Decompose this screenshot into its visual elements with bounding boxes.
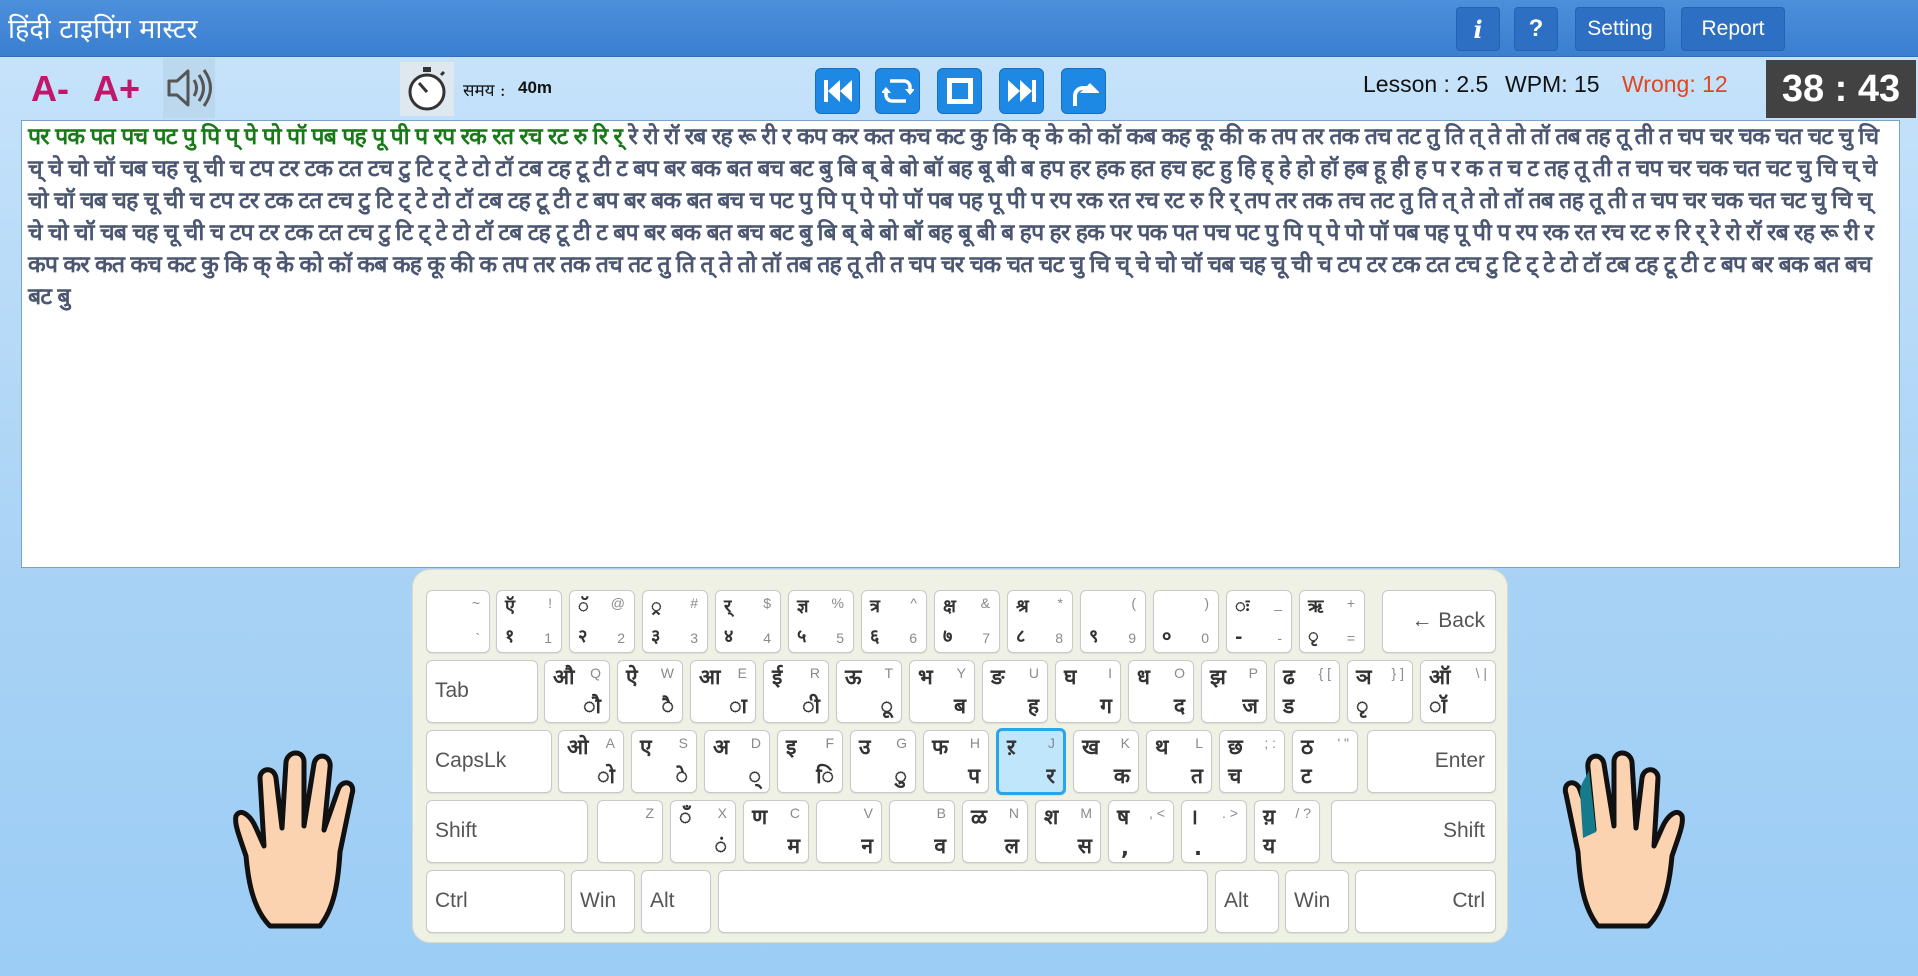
key-enter[interactable]: Enter — [1367, 730, 1496, 793]
key-comma[interactable]: ष,, < — [1108, 800, 1174, 863]
font-decrease-button[interactable]: A- — [31, 68, 69, 110]
skip-back-icon — [823, 80, 852, 102]
key-tab[interactable]: Tab — [426, 660, 538, 723]
key-equals[interactable]: ऋृ + = — [1299, 590, 1365, 653]
virtual-keyboard: ~ ` ऍ१ ! 1 ॅ २ @2 ्र ३ #3 र् ४ $4 ज्ञ ५ % 5 त्र… — [412, 569, 1508, 943]
setting-button[interactable]: Setting — [1575, 7, 1665, 51]
font-increase-button[interactable]: A+ — [93, 68, 140, 110]
key-o[interactable]: धदO — [1128, 660, 1194, 723]
turn-up-arrow-icon — [1072, 83, 1099, 106]
countdown-clock: 38 : 43 — [1766, 60, 1916, 118]
skip-forward-icon — [1007, 80, 1036, 102]
help-button[interactable]: ? — [1514, 7, 1558, 51]
report-button[interactable]: Report — [1681, 7, 1785, 51]
key-capslock[interactable]: CapsLk — [426, 730, 552, 793]
key-c[interactable]: णमC — [743, 800, 809, 863]
key-left-alt[interactable]: Alt — [641, 870, 711, 933]
key-slash[interactable]: य़ य / ? — [1254, 800, 1320, 863]
key-2[interactable]: ॅ २ @2 — [569, 590, 635, 653]
key-t[interactable]: ऊू T — [836, 660, 902, 723]
key-f[interactable]: इि F — [777, 730, 843, 793]
stopwatch-icon — [408, 67, 446, 111]
key-w[interactable]: ऐै W — [617, 660, 683, 723]
key-b[interactable]: वB — [889, 800, 955, 863]
app-title: हिंदी टाइपिंग मास्टर — [8, 14, 198, 45]
key-backtick[interactable]: ~ ` — [426, 590, 490, 653]
key-right-bracket[interactable]: ञृ} ] — [1347, 660, 1413, 723]
key-z[interactable]: Z — [597, 800, 663, 863]
key-g[interactable]: उु G — [850, 730, 916, 793]
wrong-indicator: Wrong: 12 — [1622, 71, 1728, 97]
right-hand-icon — [1562, 750, 1685, 929]
key-d[interactable]: अ् D — [704, 730, 770, 793]
key-x[interactable]: ँं X — [670, 800, 736, 863]
stop-button[interactable] — [937, 68, 982, 114]
key-s[interactable]: एे S — [631, 730, 697, 793]
key-right-shift[interactable]: Shift — [1331, 800, 1496, 863]
stop-icon — [946, 78, 973, 104]
key-5[interactable]: ज्ञ ५ % 5 — [788, 590, 854, 653]
key-backspace[interactable]: ← Back — [1382, 590, 1496, 653]
key-7[interactable]: क्ष ७ & 7 — [934, 590, 1000, 653]
key-u[interactable]: ङहU — [982, 660, 1048, 723]
key-i[interactable]: घगI — [1055, 660, 1121, 723]
key-right-ctrl[interactable]: Ctrl — [1355, 870, 1496, 933]
info-button[interactable]: i — [1456, 7, 1500, 51]
key-8[interactable]: श्र ८ * 8 — [1007, 590, 1073, 653]
lesson-indicator: Lesson : 2.5 — [1363, 71, 1489, 97]
key-p[interactable]: झजP — [1201, 660, 1267, 723]
key-a[interactable]: ओो A — [558, 730, 624, 793]
timer-button[interactable] — [400, 62, 454, 116]
key-h[interactable]: फपH — [923, 730, 989, 793]
key-4[interactable]: र् ४ $4 — [715, 590, 781, 653]
speaker-icon — [167, 69, 212, 107]
key-6[interactable]: त्र ६ ^ 6 — [861, 590, 927, 653]
wpm-indicator: WPM: 15 — [1505, 71, 1600, 97]
key-0[interactable]: ० ) 0 — [1153, 590, 1219, 653]
time-label: समय : — [463, 81, 506, 101]
key-right-alt[interactable]: Alt — [1215, 870, 1279, 933]
key-1[interactable]: ऍ१ ! 1 — [496, 590, 562, 653]
typing-text-area[interactable]: पर पक पत पच पट पु पि प् पे पो पॉ पब पह प… — [21, 120, 1900, 568]
jump-button[interactable] — [1061, 68, 1106, 114]
key-left-shift[interactable]: Shift — [426, 800, 588, 863]
key-y[interactable]: भबY — [909, 660, 975, 723]
key-left-ctrl[interactable]: Ctrl — [426, 870, 565, 933]
key-semicolon[interactable]: छ च; : — [1219, 730, 1285, 793]
remaining-text: रे रो रॉ रब रह रू री र कप कर कत कच कट कु… — [28, 124, 1879, 310]
key-9[interactable]: ९ (9 — [1080, 590, 1146, 653]
key-minus[interactable]: ः - _ - — [1226, 590, 1292, 653]
key-j-highlighted[interactable]: ऱरJ — [996, 728, 1066, 795]
key-left-win[interactable]: Win — [571, 870, 635, 933]
next-lesson-button[interactable] — [999, 68, 1044, 114]
left-hand-icon — [233, 750, 356, 929]
key-n[interactable]: ळलN — [962, 800, 1028, 863]
key-space[interactable] — [718, 870, 1208, 933]
key-v[interactable]: नV — [816, 800, 882, 863]
key-left-bracket[interactable]: ढ ड{ [ — [1274, 660, 1340, 723]
key-quote[interactable]: ठ ट ' " — [1292, 730, 1358, 793]
key-3[interactable]: ्र ३ #3 — [642, 590, 708, 653]
key-right-win[interactable]: Win — [1285, 870, 1349, 933]
sound-button[interactable] — [163, 58, 215, 118]
key-m[interactable]: शसM — [1035, 800, 1101, 863]
repeat-icon — [881, 79, 914, 103]
toolbar: A- A+ समय : 40m Lesson : 2.5 WPM: 15 Wro… — [0, 58, 1918, 120]
time-value: 40m — [518, 78, 553, 97]
key-q[interactable]: औौ Q — [544, 660, 610, 723]
key-period[interactable]: ।.. > — [1181, 800, 1247, 863]
title-bar: हिंदी टाइपिंग मास्टर i ? Setting Report — [0, 0, 1918, 57]
first-lesson-button[interactable] — [815, 68, 860, 114]
key-l[interactable]: थतL — [1146, 730, 1212, 793]
restart-button[interactable] — [875, 68, 920, 114]
key-r[interactable]: ईी R — [763, 660, 829, 723]
key-e[interactable]: आा E — [690, 660, 756, 723]
key-k[interactable]: खकK — [1073, 730, 1139, 793]
key-backslash[interactable]: ऑॉ \ | — [1420, 660, 1496, 723]
typed-text: पर पक पत पच पट पु पि प् पे पो पॉ पब पह प… — [28, 124, 623, 150]
